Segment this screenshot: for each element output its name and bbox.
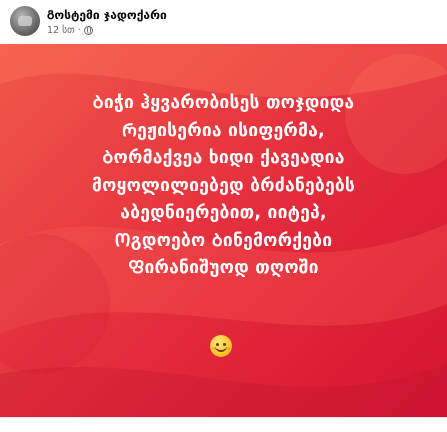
banner-line: მოყოლილიებედ ბრძანებებს	[91, 175, 356, 196]
banner-line: აბედნიერებით, იიტეპ,	[120, 203, 327, 223]
author-avatar[interactable]	[10, 6, 40, 36]
facebook-post: Გოსტემი ჯადოქარი 12 სთ · Ბიჭი ჰყვარობისე…	[0, 0, 447, 432]
banner-line: Ოგდოებო Ბინემორქები	[114, 230, 333, 251]
author-name[interactable]: Გოსტემი ჯადოქარი	[47, 6, 167, 23]
banner-line: Ბორმაქვეა ხიდი ქავეადია	[102, 148, 345, 168]
banner-text: Ბიჭი ჰყვარობისეს თოჯდიდა Რეჟისერია ისიფე…	[0, 90, 447, 283]
separator-dot: ·	[77, 25, 81, 36]
post-bottom-edge	[0, 417, 447, 432]
post-text-banner: Ბიჭი ჰყვარობისეს თოჯდიდა Რეჟისერია ისიფე…	[0, 44, 447, 432]
banner-line: Ფირანიშუოდ თღოში	[128, 258, 319, 278]
globe-icon[interactable]	[83, 26, 93, 35]
post-meta: 12 სთ ·	[47, 25, 93, 36]
post-header: Გოსტემი ჯადოქარი 12 სთ ·	[0, 0, 447, 44]
post-time[interactable]: 12 სთ	[47, 25, 75, 36]
avatar-image	[18, 16, 32, 26]
banner-line: Ბიჭი ჰყვარობისეს თოჯდიდა	[92, 93, 355, 113]
banner-line: Რეჟისერია ისიფერმა,	[122, 120, 325, 141]
emoji-mouth	[215, 346, 227, 352]
smiling-face-emoji	[210, 335, 232, 357]
